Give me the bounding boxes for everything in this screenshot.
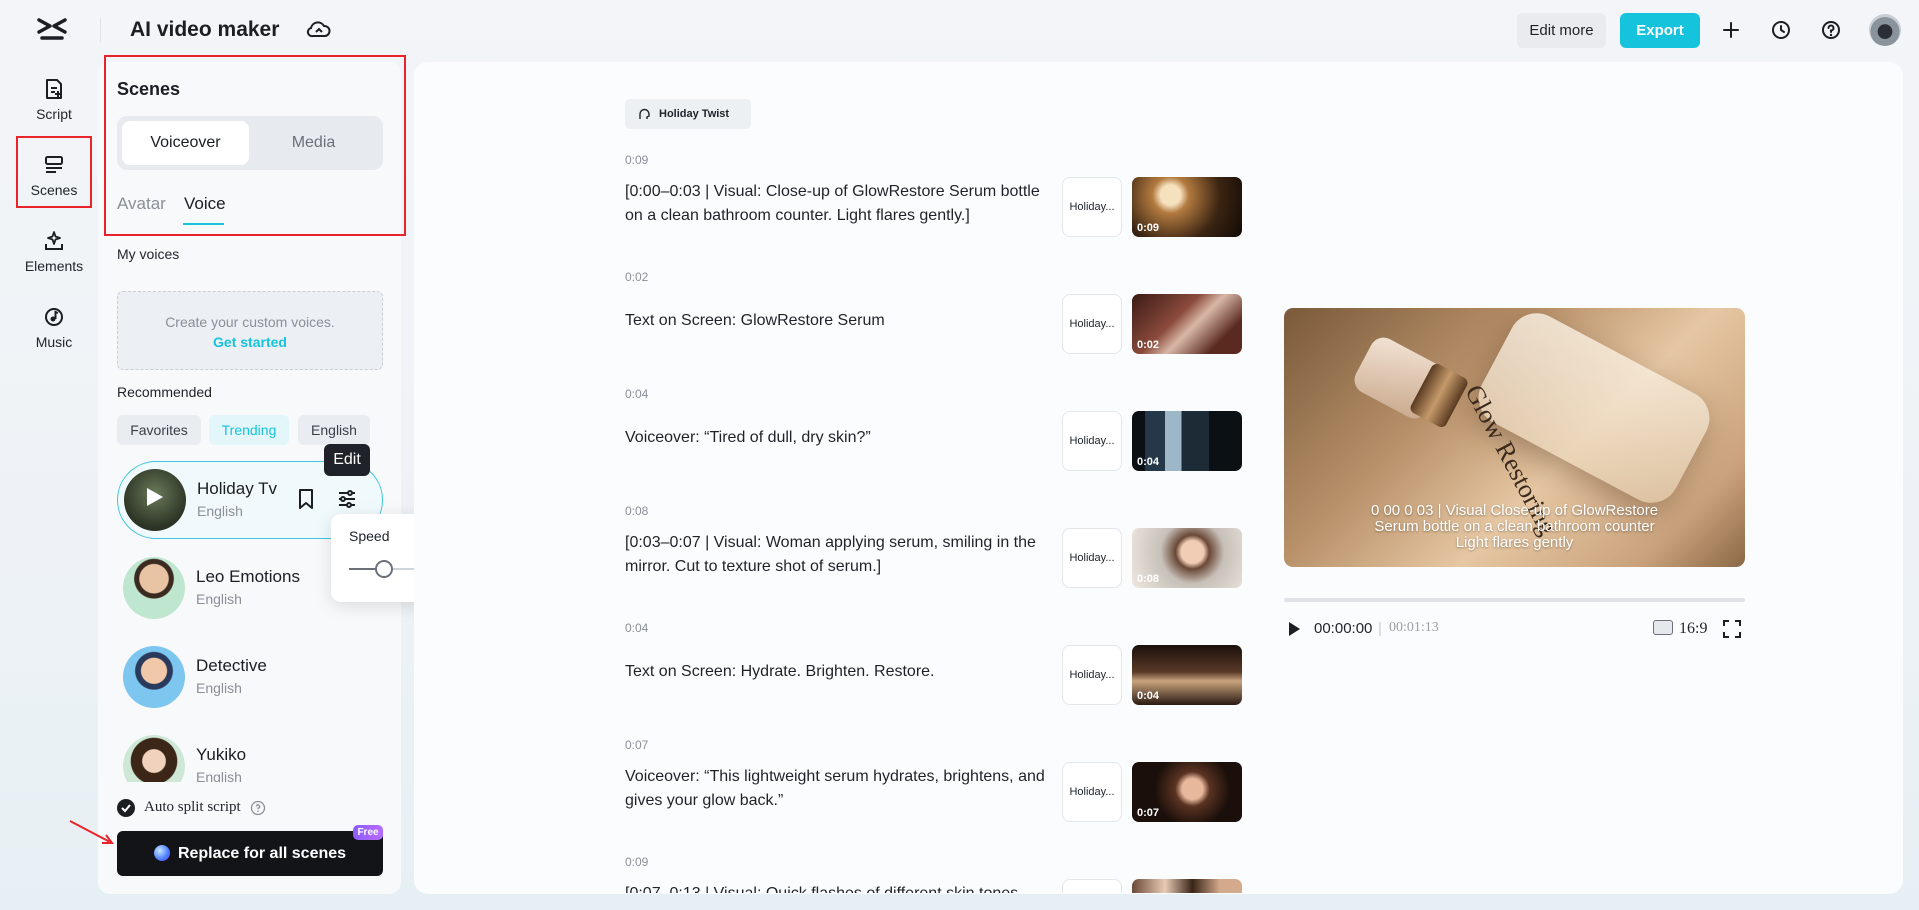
total-time: 00:01:13 [1389,620,1439,635]
thumbnail-duration: 0:07 [1137,807,1160,819]
scene-thumbnail[interactable]: 0:02 [1132,294,1242,354]
scene-row[interactable]: 0:08 [0:03–0:07 | Visual: Woman applying … [625,501,1245,588]
scene-thumbnail[interactable]: 0:04 [1132,645,1242,705]
scene-voice-chip[interactable]: Holiday... [1062,762,1122,822]
scene-voice-chip[interactable]: Holiday... [1062,177,1122,237]
thumbnail-duration: 0:04 [1137,690,1160,702]
scene-row[interactable]: 0:07 Voiceover: “This lightweight serum h… [625,735,1245,822]
scene-text[interactable]: Text on Screen: Hydrate. Brighten. Resto… [625,660,1055,684]
aspect-ratio-icon[interactable] [1653,620,1673,635]
thumbnail-duration: 0:08 [1137,573,1160,585]
scene-duration: 0:09 [625,855,649,869]
scene-voice-chip[interactable]: Holiday... [1062,528,1122,588]
scene-thumbnail[interactable]: 0:08 [1132,528,1242,588]
scene-text[interactable]: [0:07–0:13 | Visual: Quick flashes of di… [625,882,1055,893]
scene-row[interactable]: 0:09 [0:07–0:13 | Visual: Quick flashes o… [625,852,1245,893]
scene-duration: 0:04 [625,387,649,401]
aspect-ratio-label[interactable]: 16:9 [1679,620,1707,638]
scene-text[interactable]: Voiceover: “Tired of dull, dry skin?” [625,426,1055,450]
scene-duration: 0:04 [625,621,649,635]
preview-caption: 0 00 0 03 | Visual Close-up of GlowResto… [1284,503,1745,551]
scene-voice-chip[interactable]: Holiday... [1062,879,1122,893]
scene-thumbnail[interactable]: 0:04 [1132,411,1242,471]
caption-line-3: Light flares gently [1455,534,1574,551]
scene-duration: 0:07 [625,738,649,752]
scene-voice-chip[interactable]: Holiday... [1062,645,1122,705]
scene-row[interactable]: 0:02 Text on Screen: GlowRestore Serum Hol… [625,267,1245,354]
thumbnail-duration: 0:09 [1137,222,1160,234]
scene-row[interactable]: 0:09 [0:00–0:03 | Visual: Close-up of Glo… [625,150,1245,237]
play-icon[interactable] [1287,621,1301,637]
scene-thumbnail[interactable]: 0:09 [1132,177,1242,237]
time-separator: | [1378,620,1382,637]
scene-voice-chip[interactable]: Holiday... [1062,411,1122,471]
playback-progress-bar[interactable] [1284,598,1745,602]
scene-text[interactable]: [0:00–0:03 | Visual: Close-up of GlowRes… [625,180,1055,228]
scene-voice-chip[interactable]: Holiday... [1062,294,1122,354]
scene-text[interactable]: Voiceover: “This lightweight serum hydra… [625,765,1055,813]
current-time: 00:00:00 [1314,620,1373,637]
thumbnail-duration: 0:02 [1137,339,1160,351]
scene-thumbnail[interactable]: 0:07 [1132,762,1242,822]
fullscreen-icon[interactable] [1723,620,1741,638]
scene-row[interactable]: 0:04 Text on Screen: Hydrate. Brighten. R… [625,618,1245,705]
caption-line-2: Serum bottle on a clean bathroom counter [1374,518,1655,535]
scene-duration: 0:08 [625,504,649,518]
scene-thumbnail[interactable] [1132,879,1242,893]
scene-duration: 0:09 [625,153,649,167]
scene-text[interactable]: Text on Screen: GlowRestore Serum [625,309,1055,333]
thumbnail-duration: 0:04 [1137,456,1160,468]
scene-duration: 0:02 [625,270,649,284]
caption-line-1: 0 00 0 03 | Visual Close-up of GlowResto… [1370,502,1659,519]
scene-row[interactable]: 0:04 Voiceover: “Tired of dull, dry skin?… [625,384,1245,471]
scene-text[interactable]: [0:03–0:07 | Visual: Woman applying seru… [625,531,1055,579]
